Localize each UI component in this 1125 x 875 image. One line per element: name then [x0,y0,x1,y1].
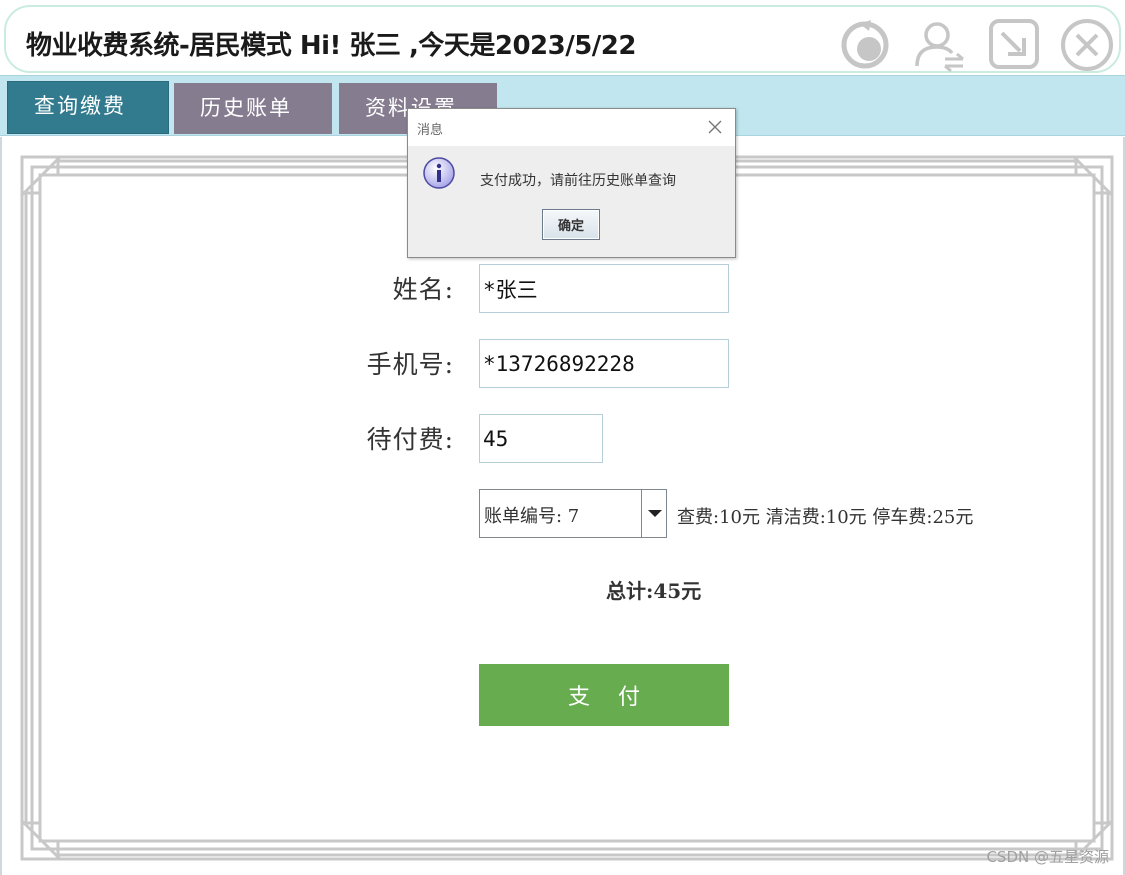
bill-number-select[interactable]: 账单编号: 7 [479,489,667,538]
dialog-close-icon[interactable] [705,117,725,137]
refresh-icon[interactable] [838,16,894,72]
ok-button[interactable]: 确定 [542,209,600,240]
pay-button[interactable]: 支 付 [479,664,729,726]
close-icon[interactable] [1058,16,1114,72]
window-title: 物业收费系统-居民模式 Hi! 张三 ,今天是2023/5/22 [26,31,636,61]
dialog-message: 支付成功，请前往历史账单查询 [480,173,676,189]
switch-user-icon[interactable] [911,16,967,73]
minimize-icon[interactable] [986,16,1042,72]
info-icon [422,156,456,190]
tab-history-bills[interactable]: 历史账单 [174,83,332,134]
message-dialog: 消息 支付成功，请前往历史账单查询 确定 [407,108,736,258]
total-amount: 总计:45元 [606,579,702,603]
chevron-down-icon[interactable] [641,490,666,537]
bill-number-value: 账单编号: 7 [484,506,580,527]
name-label: 姓名: [392,275,454,304]
tab-query-payment[interactable]: 查询缴费 [7,81,169,134]
due-amount-field[interactable] [479,414,603,463]
phone-field[interactable] [479,339,729,388]
fee-breakdown: 查费:10元 清洁费:10元 停车费:25元 [677,507,974,528]
dialog-titlebar: 消息 [408,109,735,146]
name-field[interactable] [479,264,729,313]
due-amount-label: 待付费: [366,425,454,454]
watermark: CSDN @五星资源 [986,848,1109,866]
phone-label: 手机号: [366,350,454,379]
title-bar: 物业收费系统-居民模式 Hi! 张三 ,今天是2023/5/22 [4,5,1121,73]
dialog-title: 消息 [417,123,444,138]
